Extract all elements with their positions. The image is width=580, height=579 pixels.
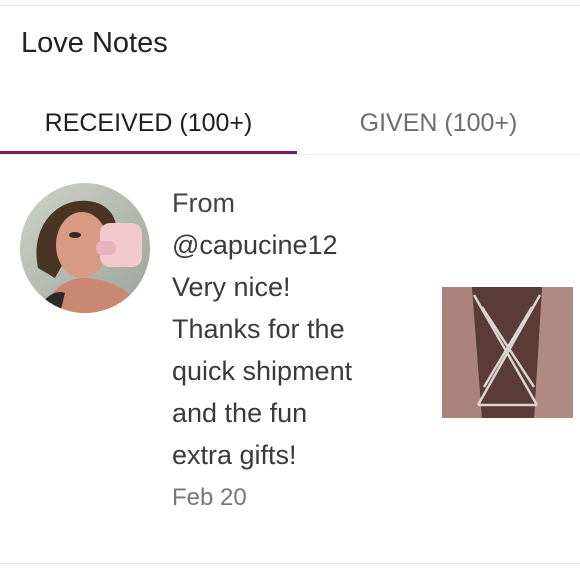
note-message-line: quick shipment: [172, 356, 353, 386]
item-thumbnail[interactable]: [442, 287, 573, 418]
note-text: From @capucine12 Very nice! Thanks for t…: [172, 182, 422, 476]
note-message-line: Thanks for the: [172, 314, 345, 344]
note-message-line: extra gifts!: [172, 440, 297, 470]
note-message-line: Very nice!: [172, 272, 291, 302]
love-note-item: From @capucine12 Very nice! Thanks for t…: [0, 156, 580, 561]
from-label: From: [172, 188, 235, 218]
tabs-divider: [0, 154, 580, 155]
page-title: Love Notes: [21, 27, 168, 59]
tab-given[interactable]: GIVEN (100+): [297, 92, 580, 154]
sender-avatar[interactable]: [20, 183, 150, 313]
bottom-divider: [0, 563, 580, 564]
tab-received[interactable]: RECEIVED (100+): [0, 92, 297, 154]
note-date: Feb 20: [172, 484, 247, 511]
sender-username-link[interactable]: @capucine12: [172, 224, 422, 266]
tab-bar: RECEIVED (100+) GIVEN (100+): [0, 92, 580, 154]
note-message-line: and the fun: [172, 398, 308, 428]
top-divider: [0, 5, 580, 6]
